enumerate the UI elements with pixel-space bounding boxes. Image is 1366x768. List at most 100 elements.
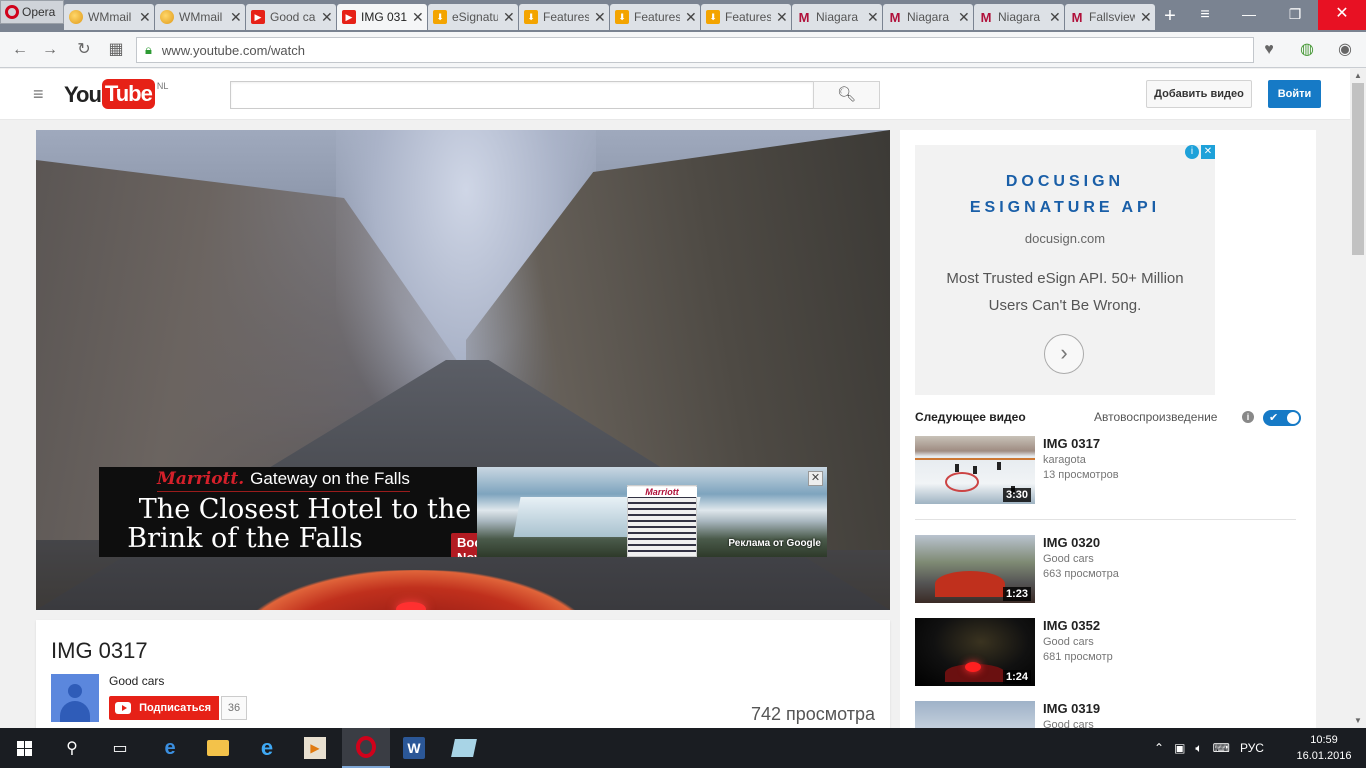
window-minimize-icon[interactable]: —	[1226, 0, 1272, 30]
volume-icon[interactable]: 🔈︎	[1195, 741, 1202, 756]
subscribe-button[interactable]: Подписаться 36	[109, 696, 253, 720]
browser-tab[interactable]: M Niagara ✕	[974, 4, 1064, 30]
browser-tab-active[interactable]: ▶ IMG 0317 ✕	[337, 4, 427, 30]
upload-button[interactable]: Добавить видео	[1146, 80, 1252, 108]
input-language[interactable]: РУС	[1240, 741, 1264, 755]
tab-close-icon[interactable]: ✕	[958, 9, 970, 26]
forward-arrow-icon[interactable]: →	[38, 38, 62, 62]
tab-menu-icon[interactable]: ≡	[1192, 6, 1218, 28]
autoplay-toggle[interactable]: ✔	[1263, 410, 1301, 426]
tab-close-icon[interactable]: ✕	[776, 9, 788, 26]
video-thumbnail[interactable]: 1:24	[915, 618, 1035, 686]
browser-tab[interactable]: ▶ Good cars ✕	[246, 4, 336, 30]
browser-tab[interactable]: ⬇ Features ✕	[610, 4, 700, 30]
overlay-ad[interactable]: Marriott. Gateway on the Falls The Close…	[99, 467, 827, 557]
browser-tab[interactable]: WMmail ✕	[155, 4, 245, 30]
tray-expand-icon[interactable]: ⌃	[1154, 741, 1164, 755]
guide-menu-icon[interactable]: ≡	[33, 85, 49, 103]
new-tab-plus-icon[interactable]: +	[1158, 6, 1182, 28]
channel-name-link[interactable]: Good cars	[109, 674, 164, 688]
ad-close-icon[interactable]: ✕	[808, 471, 823, 486]
tab-close-icon[interactable]: ✕	[1140, 9, 1152, 26]
video-thumbnail[interactable]: 1:23	[915, 535, 1035, 603]
tab-close-icon[interactable]: ✕	[230, 9, 242, 26]
related-views: 13 просмотров	[1043, 469, 1119, 481]
tab-close-icon[interactable]: ✕	[503, 9, 515, 26]
browser-tab[interactable]: ⬇ Features ✕	[701, 4, 791, 30]
sidebar-display-ad[interactable]: i ✕ DOCUSIGN ESIGNATURE API docusign.com…	[915, 145, 1215, 395]
keyboard-icon[interactable]: ⌨	[1213, 741, 1230, 755]
checkmark-icon: ✔	[1269, 412, 1279, 424]
globe-icon[interactable]: ◍	[1296, 39, 1318, 61]
tab-close-icon[interactable]: ✕	[594, 9, 606, 26]
tab-list: WMmail ✕ WMmail ✕ ▶ Good cars ✕ ▶ IMG 03…	[64, 4, 1156, 32]
file-explorer-icon[interactable]	[194, 728, 242, 768]
window-close-icon[interactable]: ✕	[1318, 0, 1366, 30]
media-player-icon[interactable]: ▶	[291, 728, 339, 768]
divider	[915, 519, 1296, 520]
info-icon[interactable]: i	[1242, 411, 1254, 423]
ad-attribution[interactable]: Реклама от Google	[728, 538, 821, 549]
taskbar-search-icon[interactable]: ⚲	[48, 728, 96, 768]
window-restore-icon[interactable]: ❐	[1272, 0, 1318, 30]
browser-tab[interactable]: M Niagara ✕	[883, 4, 973, 30]
task-view-icon[interactable]: ▭	[96, 728, 144, 768]
video-thumbnail[interactable]: 3:30	[915, 436, 1035, 504]
tab-close-icon[interactable]: ✕	[412, 9, 424, 26]
back-arrow-icon[interactable]: ←	[8, 38, 32, 62]
related-title[interactable]: IMG 0352	[1043, 618, 1100, 633]
related-video-item[interactable]: 1:24 IMG 0352 Good cars 681 просмотр	[915, 618, 1300, 686]
related-video-item[interactable]: 3:30 IMG 0317 karagota 13 просмотров	[915, 436, 1300, 504]
word-icon[interactable]: W	[390, 728, 438, 768]
browser-tab[interactable]: ⬇ eSignature ✕	[428, 4, 518, 30]
subscribe-button-main[interactable]: Подписаться	[109, 696, 219, 720]
thumb-shape	[997, 462, 1001, 470]
scroll-up-arrow-icon[interactable]: ▲	[1350, 69, 1366, 83]
sign-in-button[interactable]: Войти	[1268, 80, 1321, 108]
chevron-right-icon[interactable]: ›	[1044, 334, 1084, 374]
address-field[interactable]: 🔒︎ www.youtube.com/watch	[136, 37, 1254, 63]
tab-close-icon[interactable]: ✕	[1049, 9, 1061, 26]
video-title: IMG 0317	[51, 638, 148, 663]
page-scrollbar[interactable]: ▲ ▼	[1350, 69, 1366, 728]
scrollbar-thumb[interactable]	[1352, 83, 1364, 255]
notepad-icon[interactable]	[440, 728, 488, 768]
browser-tab[interactable]: M Fallsview ✕	[1065, 4, 1155, 30]
video-frame-dash-light	[396, 602, 426, 610]
browser-tab[interactable]: M Niagara ✕	[792, 4, 882, 30]
browser-tab[interactable]: WMmail ✕	[64, 4, 154, 30]
ad-headline-line: The Closest Hotel to the	[138, 494, 472, 525]
youtube-logo[interactable]: You Tube NL	[64, 79, 168, 111]
tab-close-icon[interactable]: ✕	[321, 9, 333, 26]
related-video-item[interactable]: 1:23 IMG 0320 Good cars 663 просмотра	[915, 535, 1300, 603]
scroll-down-arrow-icon[interactable]: ▼	[1350, 714, 1366, 728]
related-title[interactable]: IMG 0317	[1043, 436, 1100, 451]
clock-date: 16.01.2016	[1296, 750, 1352, 762]
browser-tab[interactable]: ⬇ Features ✕	[519, 4, 609, 30]
tab-close-icon[interactable]: ✕	[139, 9, 151, 26]
video-thumbnail[interactable]	[915, 701, 1035, 730]
heart-icon[interactable]: ♥	[1258, 39, 1280, 61]
reload-icon[interactable]: ↻	[72, 38, 96, 62]
edge-icon[interactable]: e	[146, 728, 194, 768]
network-icon[interactable]: ▣	[1174, 741, 1185, 755]
search-input[interactable]	[230, 81, 814, 109]
account-icon[interactable]: ◉	[1334, 39, 1356, 61]
ad-close-icon[interactable]: ✕	[1201, 145, 1215, 159]
tab-close-icon[interactable]: ✕	[685, 9, 697, 26]
video-player[interactable]: Marriott. Gateway on the Falls The Close…	[36, 130, 890, 610]
search-button[interactable]: 🔍︎	[813, 81, 880, 109]
related-title[interactable]: IMG 0320	[1043, 535, 1100, 550]
taskbar-clock[interactable]: 10:59 16.01.2016	[1294, 732, 1354, 764]
ad-info-icon[interactable]: i	[1185, 145, 1199, 159]
start-button[interactable]	[0, 728, 48, 768]
avatar[interactable]	[51, 674, 99, 722]
opera-menu-button[interactable]: Opera	[0, 0, 64, 24]
tab-close-icon[interactable]: ✕	[867, 9, 879, 26]
related-video-item[interactable]: IMG 0319 Good cars	[915, 701, 1300, 730]
speed-dial-grid-icon[interactable]: ▦	[104, 38, 128, 62]
related-title[interactable]: IMG 0319	[1043, 701, 1100, 716]
internet-explorer-icon[interactable]: e	[243, 728, 291, 768]
adchoices[interactable]: i ✕	[1185, 145, 1215, 159]
opera-taskbar-icon[interactable]	[342, 728, 390, 768]
